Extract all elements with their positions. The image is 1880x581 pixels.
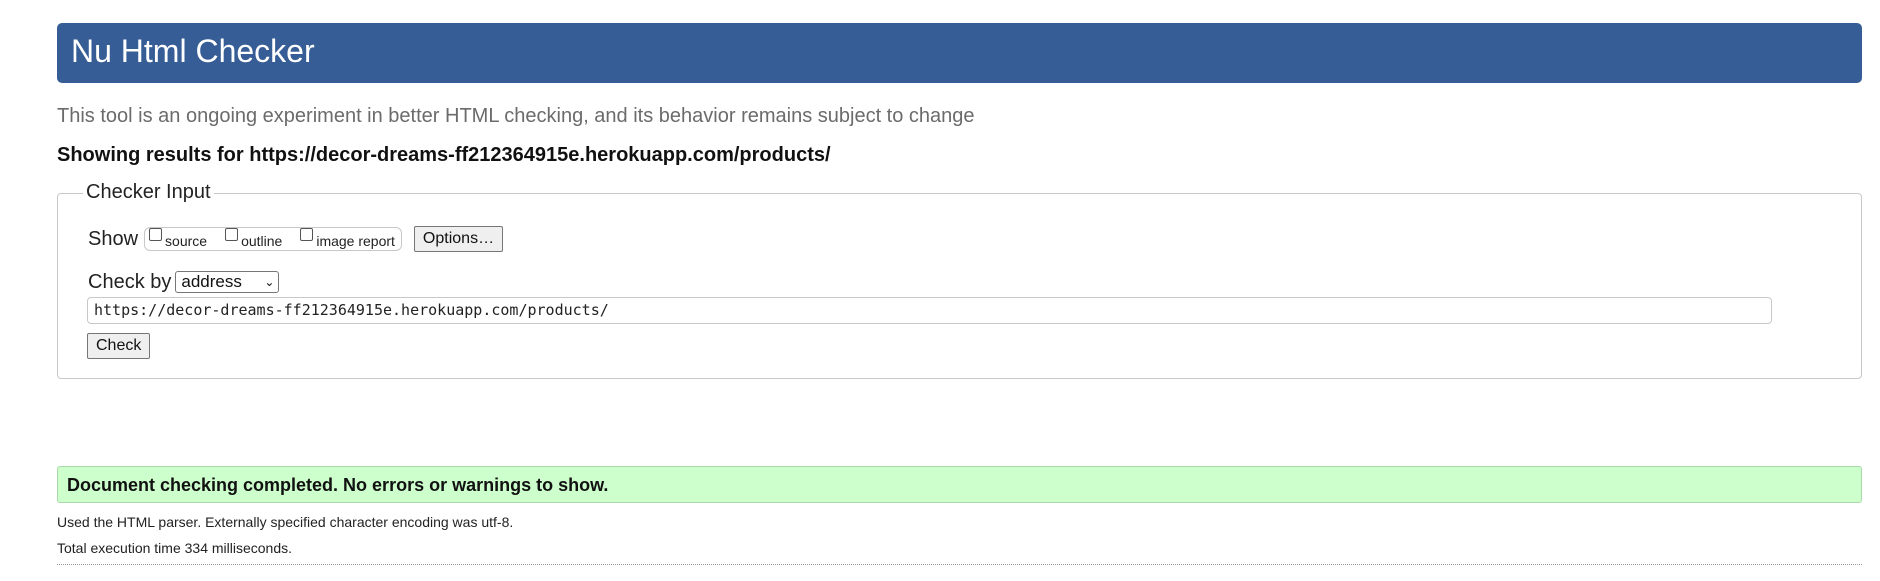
outline-checkbox[interactable]: [225, 227, 239, 241]
check-by-select[interactable]: address ⌄: [175, 271, 280, 293]
show-row: Show source outline image report Options…: [88, 225, 504, 253]
results-heading-label: Showing results for: [57, 144, 244, 166]
check-by-row: Check by address ⌄: [88, 269, 280, 295]
image-report-checkbox-option[interactable]: image report: [300, 227, 395, 249]
outline-checkbox-option[interactable]: outline: [225, 227, 282, 249]
checker-input-legend: Checker Input: [83, 180, 214, 204]
outline-checkbox-label[interactable]: outline: [241, 233, 282, 249]
url-input[interactable]: https://decor-dreams-ff212364915e.heroku…: [87, 297, 1772, 324]
check-button[interactable]: Check: [87, 333, 151, 359]
check-button-wrap: Check: [87, 333, 151, 359]
source-checkbox-label[interactable]: source: [165, 233, 207, 249]
show-label: Show: [88, 227, 139, 250]
image-report-checkbox[interactable]: [300, 227, 314, 241]
success-message-box: Document checking completed. No errors o…: [57, 466, 1862, 503]
chevron-down-icon: ⌄: [264, 275, 275, 289]
image-report-checkbox-label[interactable]: image report: [316, 233, 395, 249]
source-checkbox-option[interactable]: source: [149, 227, 207, 249]
page: Nu Html Checker This tool is an ongoing …: [0, 0, 1880, 581]
header-bar: Nu Html Checker: [57, 23, 1862, 83]
source-checkbox[interactable]: [149, 227, 163, 241]
options-button[interactable]: Options…: [413, 226, 504, 252]
parser-details: Used the HTML parser. Externally specifi…: [57, 514, 514, 530]
page-title: Nu Html Checker: [71, 33, 315, 69]
success-message: Document checking completed. No errors o…: [67, 475, 609, 495]
checker-input-fieldset: Checker Input Show source outline image …: [57, 180, 1862, 379]
divider: [57, 564, 1862, 565]
tool-disclaimer: This tool is an ongoing experiment in be…: [57, 105, 975, 127]
results-heading: Showing results for https://decor-dreams…: [57, 143, 831, 167]
execution-time: Total execution time 334 milliseconds.: [57, 540, 293, 556]
check-by-selected-value: address: [181, 272, 242, 291]
show-options-group: source outline image report: [144, 227, 402, 251]
check-by-label: Check by: [88, 270, 172, 293]
results-heading-url: https://decor-dreams-ff212364915e.heroku…: [249, 144, 831, 166]
